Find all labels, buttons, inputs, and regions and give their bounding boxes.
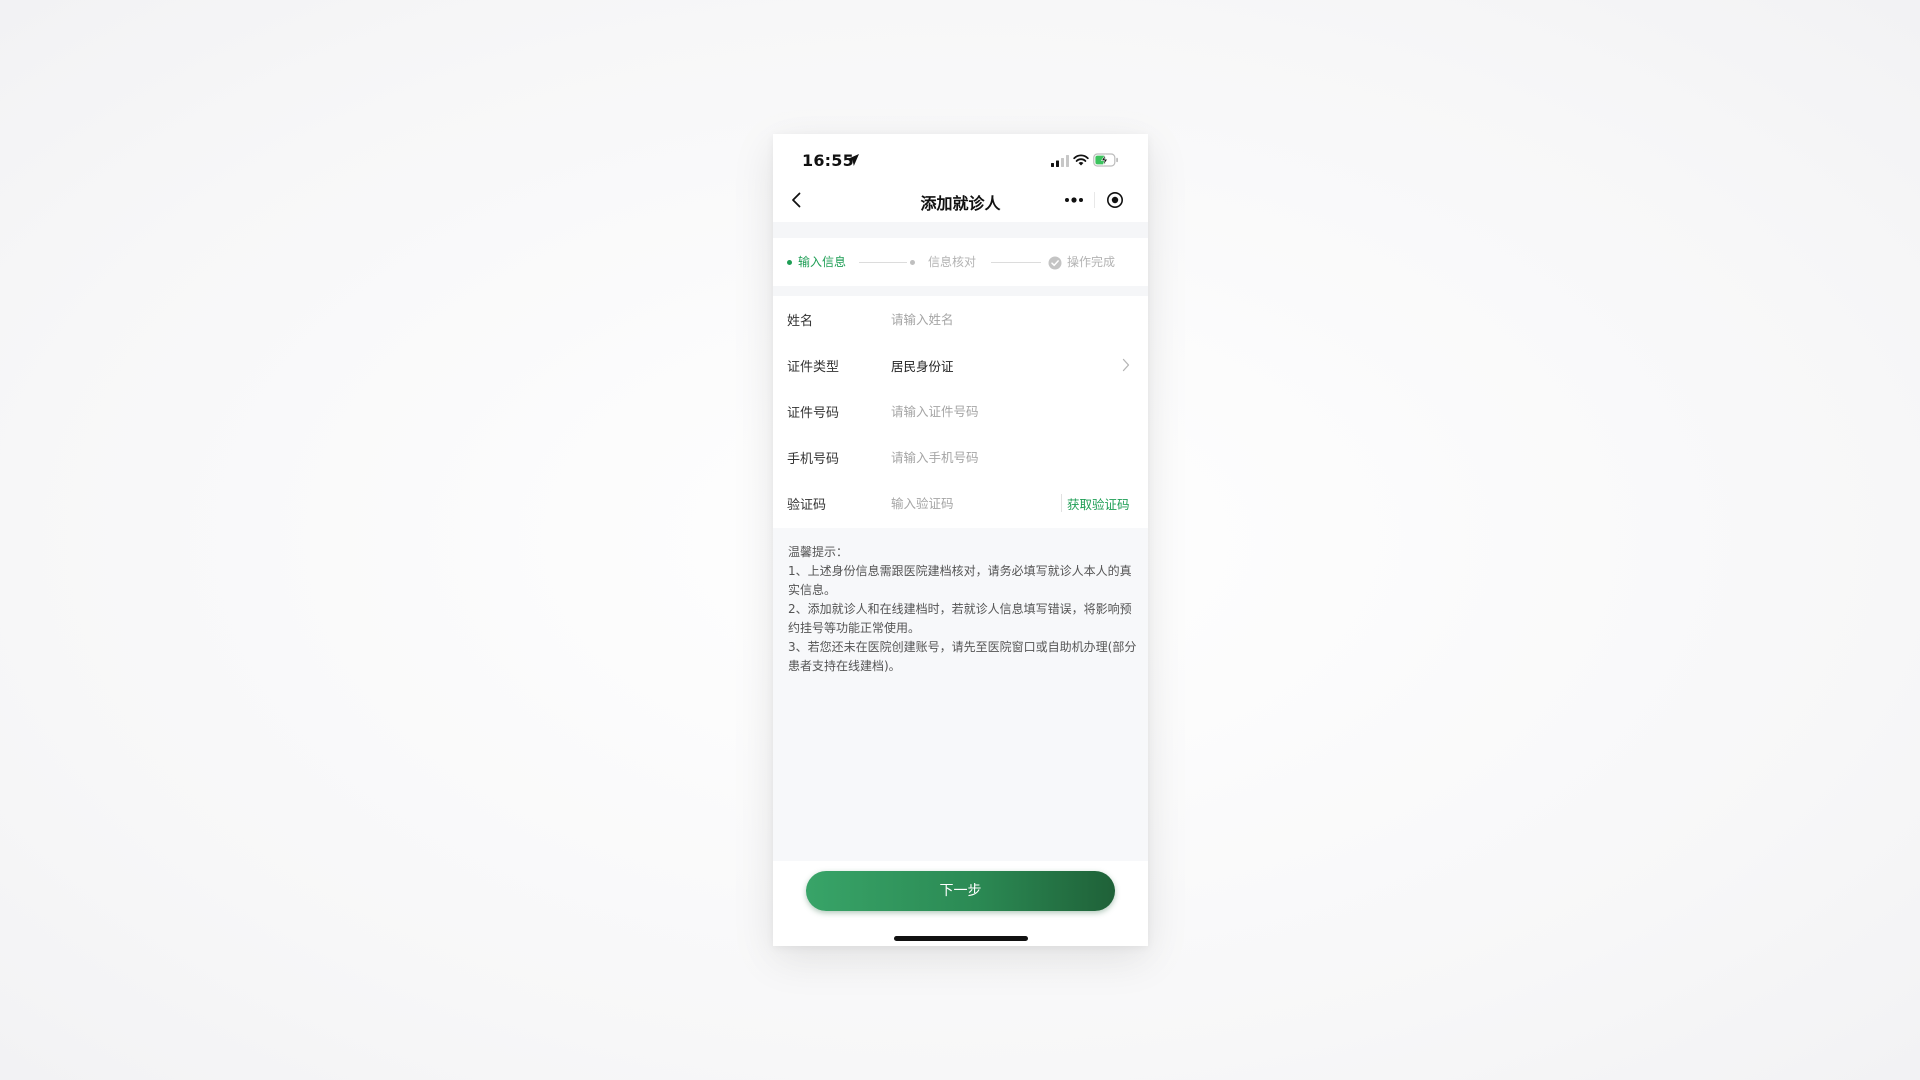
id-type-label: 证件类型 <box>787 360 840 375</box>
tips-title: 温馨提示： <box>788 545 849 559</box>
verification-code-label: 验证码 <box>787 498 827 513</box>
tips-item: 1、上述身份信息需跟医院建档核对，请务必填写就诊人本人的真实信息。 <box>788 564 1132 597</box>
check-circle-icon <box>1048 256 1062 270</box>
phone-input[interactable] <box>891 443 1111 471</box>
id-type-row[interactable]: 证件类型 居民身份证 <box>773 342 1148 388</box>
name-input[interactable] <box>891 305 1111 333</box>
verification-code-input[interactable] <box>891 489 1051 517</box>
tips-item: 2、添加就诊人和在线建档时，若就诊人信息填写错误，将影响预约挂号等功能正常使用。 <box>788 602 1132 635</box>
tips-content: 温馨提示： 1、上述身份信息需跟医院建档核对，请务必填写就诊人本人的真实信息。 … <box>788 543 1138 676</box>
step-connector <box>859 262 907 263</box>
progress-steps: 输入信息 信息核对 操作完成 <box>773 238 1148 286</box>
home-indicator <box>894 936 1028 941</box>
section-gap <box>773 222 1148 238</box>
id-number-input[interactable] <box>891 397 1111 425</box>
location-arrow-icon <box>847 154 859 166</box>
close-miniprogram-icon[interactable] <box>1105 190 1125 210</box>
id-number-label: 证件号码 <box>787 406 840 421</box>
step-label-input: 输入信息 <box>798 255 847 269</box>
step-connector <box>991 262 1041 263</box>
step-label-done: 操作完成 <box>1067 255 1116 269</box>
id-type-value[interactable]: 居民身份证 <box>891 356 954 375</box>
section-gap <box>773 286 1148 296</box>
id-number-row: 证件号码 <box>773 388 1148 434</box>
code-divider <box>1061 494 1062 512</box>
get-code-button[interactable]: 获取验证码 <box>1067 494 1130 513</box>
next-step-button[interactable]: 下一步 <box>806 871 1115 911</box>
name-row: 姓名 <box>773 296 1148 342</box>
navigation-bar: 添加就诊人 <box>773 178 1148 222</box>
bottom-action-bar: 下一步 <box>773 861 1148 946</box>
battery-charging-icon <box>1093 153 1118 167</box>
phone-screen: 16:55 添加就诊人 输入信息 信息核对 操作完成 姓名 请输入姓名 证件类型… <box>773 134 1148 946</box>
status-bar: 16:55 <box>773 134 1148 178</box>
phone-label: 手机号码 <box>787 452 840 467</box>
chevron-right-icon <box>1122 358 1130 372</box>
patient-form: 姓名 证件类型 居民身份证 证件号码 手机号码 验证码 获取验证码 <box>773 296 1148 526</box>
wifi-icon <box>1073 154 1089 166</box>
tips-panel: 温馨提示： 1、上述身份信息需跟医院建档核对，请务必填写就诊人本人的真实信息。 … <box>773 528 1148 861</box>
tips-item: 3、若您还未在医院创建账号，请先至医院窗口或自助机办理(部分患者支持在线建档)。 <box>788 640 1137 673</box>
phone-row: 手机号码 <box>773 434 1148 480</box>
cellular-signal-icon <box>1051 155 1069 167</box>
name-label: 姓名 <box>787 314 814 329</box>
capsule-divider <box>1094 192 1095 208</box>
more-options-icon[interactable] <box>1063 192 1085 208</box>
step-pending-dot <box>910 260 915 265</box>
page-title: 添加就诊人 <box>920 194 1001 213</box>
step-active-dot <box>787 260 792 265</box>
step-label-verify: 信息核对 <box>928 255 977 269</box>
verification-code-row: 验证码 获取验证码 <box>773 480 1148 526</box>
